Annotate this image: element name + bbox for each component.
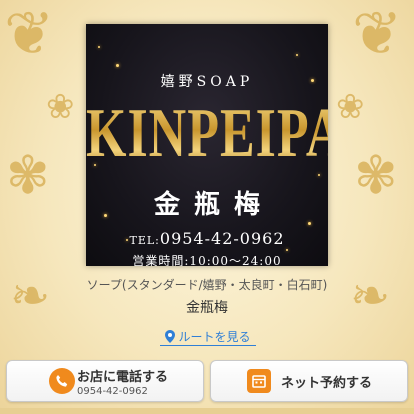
ornament-left-mid: ✾	[6, 146, 50, 206]
sparkle	[286, 249, 288, 251]
ornament-right-top: ❦	[352, 0, 403, 69]
shop-banner[interactable]: 嬉野SOAP KINPEIPAI 金瓶梅 TEL:0954-42-0962 営業…	[86, 24, 328, 266]
reserve-button-label: ネット予約する	[281, 375, 373, 391]
route-link[interactable]: ルートを見る	[160, 328, 256, 346]
shop-name: 金瓶梅	[186, 300, 228, 316]
shop-category: ソープ(スタンダード/嬉野・太良町・白石町)	[86, 278, 328, 292]
ornament-left-center: ❀	[46, 87, 75, 127]
route-link-label: ルートを見る	[178, 330, 251, 344]
bottom-divider	[0, 408, 414, 414]
calendar-icon	[247, 369, 271, 393]
sparkle	[98, 46, 100, 48]
phone-icon	[49, 368, 75, 394]
ornament-right-center: ❀	[336, 87, 365, 127]
sparkle	[296, 54, 298, 56]
sparkle	[308, 222, 311, 225]
banner-brand-logo: KINPEIPAI	[86, 94, 328, 174]
call-button-label: お店に電話する	[77, 369, 169, 385]
ornament-right-mid: ✾	[354, 146, 398, 206]
banner-sub-brand: 嬉野SOAP	[160, 74, 254, 90]
call-shop-button[interactable]: お店に電話する 0954-42-0962	[6, 360, 204, 402]
map-pin-icon	[165, 330, 176, 343]
banner-hours: 営業時間:10:00〜24:00	[132, 254, 282, 266]
banner-tel: TEL:0954-42-0962	[86, 229, 328, 248]
net-reserve-button[interactable]: ネット予約する	[210, 360, 408, 402]
ornament-left-top: ❦	[4, 0, 55, 69]
sparkle	[116, 64, 119, 67]
banner-tel-label: TEL:	[129, 234, 160, 247]
sparkle	[318, 174, 320, 176]
banner-brand-jp: 金瓶梅	[153, 190, 274, 220]
call-button-phone: 0954-42-0962	[77, 385, 148, 397]
banner-tel-number: 0954-42-0962	[159, 229, 285, 248]
